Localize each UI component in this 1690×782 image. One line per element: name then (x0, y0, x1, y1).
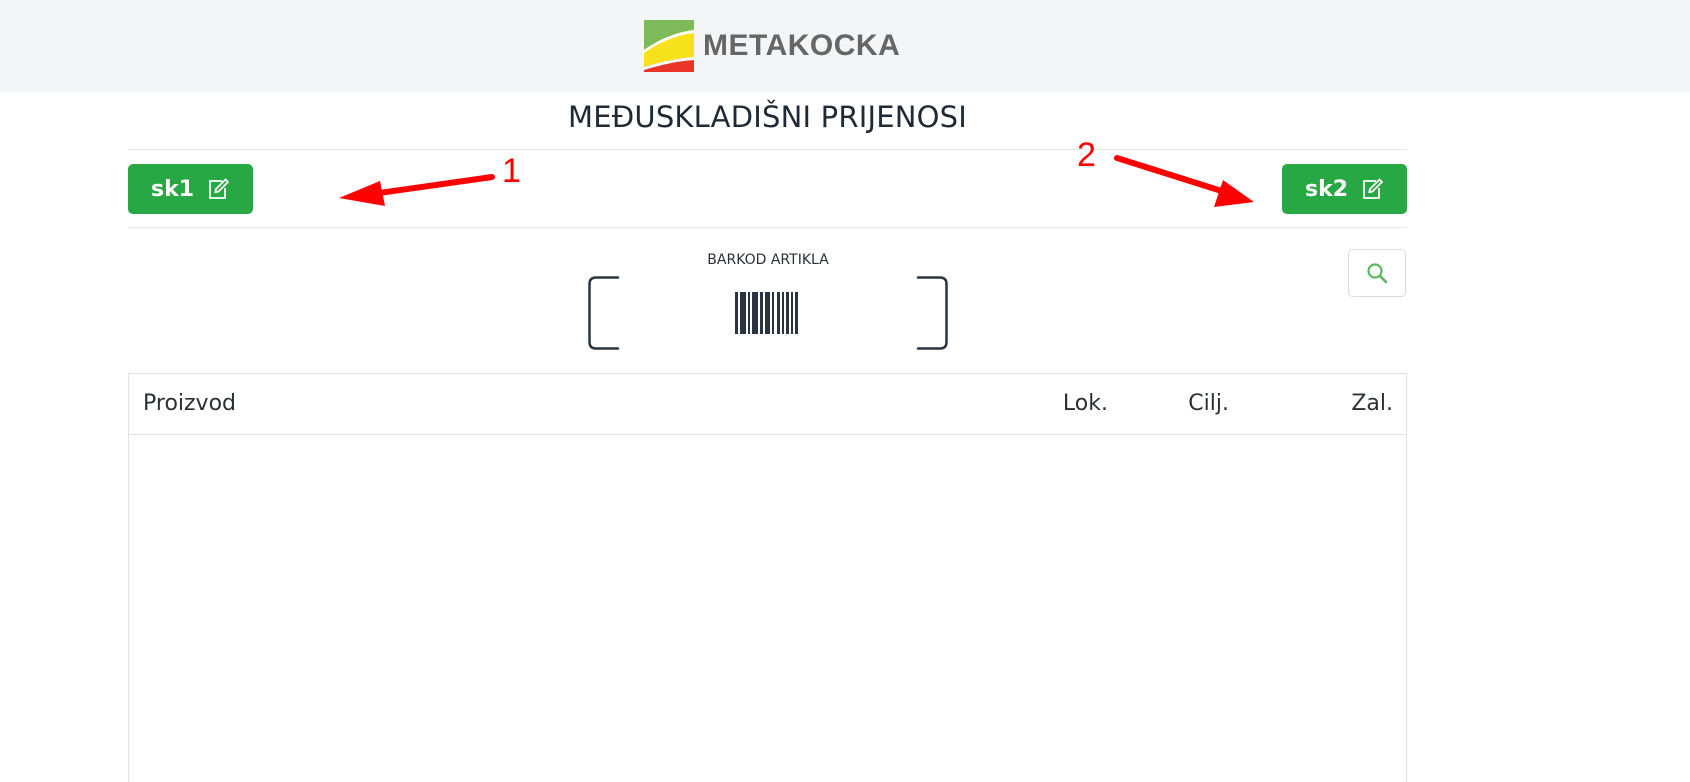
divider-top (128, 149, 1407, 150)
source-warehouse-button[interactable]: sk1 (128, 164, 253, 214)
target-warehouse-label: sk2 (1304, 176, 1349, 202)
barcode-label: BARKOD ARTIKLA (707, 252, 829, 268)
column-header-stock[interactable]: Zal. (1351, 391, 1393, 416)
top-header: METAKOCKA (0, 0, 1690, 92)
annotation-arrowhead-2 (1214, 180, 1254, 207)
metakocka-logo-icon (644, 20, 694, 72)
annotation-marker-2: 2 (1077, 136, 1096, 174)
divider-bottom (128, 227, 1407, 228)
annotation-arrow-1 (362, 174, 495, 198)
barcode-scanner[interactable] (588, 276, 948, 350)
source-warehouse-label: sk1 (150, 176, 195, 202)
brand-logo[interactable]: METAKOCKA (644, 20, 900, 72)
edit-icon (1363, 178, 1383, 199)
edit-icon (209, 178, 229, 199)
annotation-marker-1: 1 (502, 152, 521, 190)
column-header-location[interactable]: Lok. (1063, 391, 1108, 416)
brand-name: METAKOCKA (703, 29, 901, 62)
table-header: Proizvod Lok. Cilj. Zal. (129, 374, 1406, 435)
column-header-product[interactable]: Proizvod (143, 391, 236, 416)
search-button[interactable] (1348, 249, 1406, 297)
column-header-target[interactable]: Cilj. (1188, 391, 1229, 416)
transfer-table: Proizvod Lok. Cilj. Zal. (128, 373, 1407, 782)
barcode-icon (735, 292, 798, 334)
annotation-arrow-2 (1114, 155, 1231, 196)
target-warehouse-button[interactable]: sk2 (1282, 164, 1407, 214)
annotation-arrowhead-1 (339, 181, 385, 206)
page-title: MEĐUSKLADIŠNI PRIJENOSI (567, 100, 968, 134)
search-icon (1367, 263, 1388, 284)
